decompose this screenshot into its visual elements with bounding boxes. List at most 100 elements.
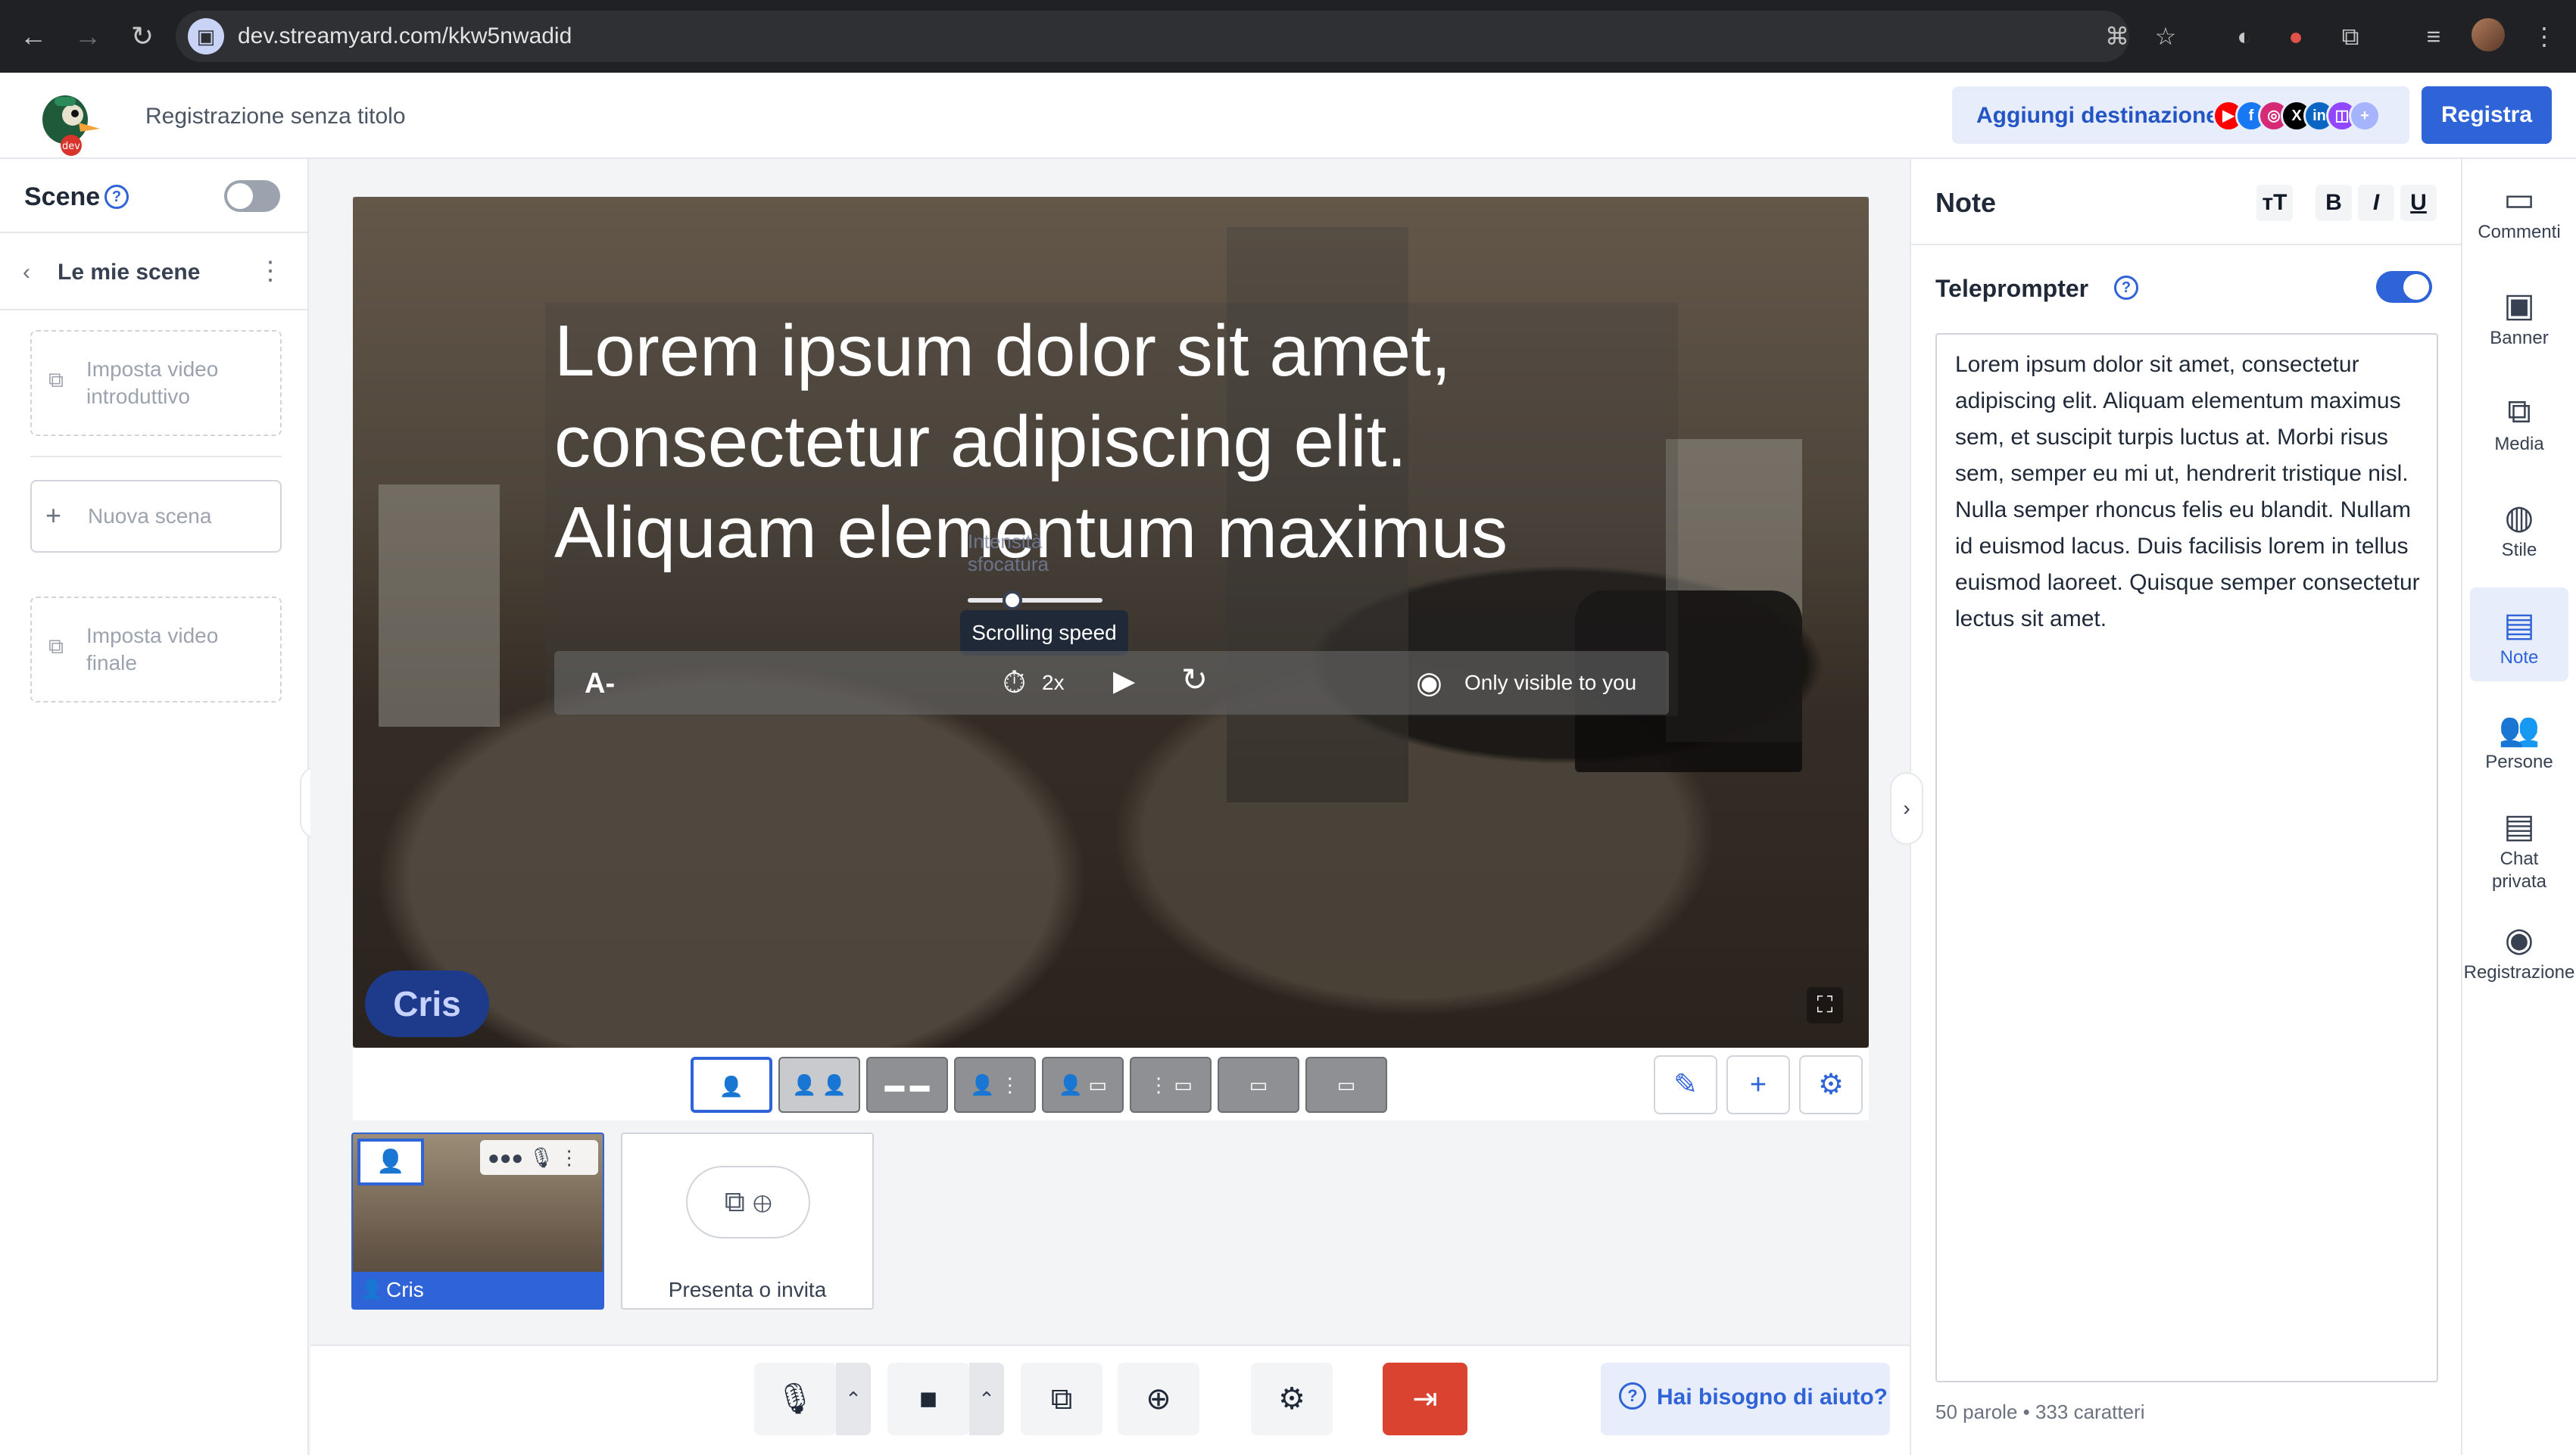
edit-pencil-icon[interactable]: ✎ [1654, 1055, 1717, 1114]
teleprompter-toggle[interactable] [2376, 271, 2432, 303]
collapse-right-panel-button[interactable]: › [1890, 772, 1923, 845]
notes-text[interactable]: Lorem ipsum dolor sit amet, consectetur … [1955, 347, 2425, 637]
italic-button[interactable]: I [2358, 185, 2394, 221]
scrolling-speed-tooltip: Scrolling speed [960, 610, 1128, 656]
microphone-icon[interactable]: 🎙 [754, 1363, 836, 1435]
layout-list-button[interactable]: ⋮ ▭ [1130, 1057, 1212, 1113]
on-stage-badge[interactable]: 👤 [357, 1139, 424, 1185]
logo-dev-badge: dev [62, 141, 80, 152]
nav-label: Media [2494, 434, 2544, 454]
media-control-icon[interactable]: ≡ [2415, 18, 2452, 55]
nav-recording[interactable]: ◉ Registrazione [2462, 919, 2576, 984]
nav-label: Note [2500, 647, 2539, 668]
scenes-toggle[interactable] [224, 180, 280, 212]
add-destination-icon[interactable]: + [2349, 100, 2381, 132]
media-library-icon: ⧉ [2507, 393, 2531, 430]
private-chat-icon: ▤ [2503, 808, 2535, 845]
divider [1911, 244, 2461, 245]
nav-label: Banner [2490, 328, 2549, 348]
chevron-left-icon[interactable]: ‹ [23, 257, 30, 288]
person-icon: 👤 [360, 1279, 383, 1300]
scenes-help-icon[interactable]: ? [104, 185, 129, 209]
add-destination-label[interactable]: Aggiungi destinazione [1976, 101, 2219, 130]
fullscreen-icon[interactable]: ⛶ [1807, 987, 1843, 1023]
bookmark-star-icon[interactable]: ☆ [2147, 18, 2184, 55]
nav-label: Commenti [2478, 222, 2561, 242]
reload-icon[interactable]: ↻ [124, 18, 161, 55]
participant-name-tag: Cris [365, 971, 489, 1037]
timer-icon[interactable]: ⏱ [1003, 663, 1026, 703]
layout-side-by-side-button[interactable]: 👤 ▭ [1042, 1057, 1124, 1113]
divider [0, 309, 309, 310]
back-icon[interactable]: ← [15, 18, 51, 55]
my-scenes-label[interactable]: Le mie scene [58, 257, 200, 288]
slider-thumb[interactable] [1003, 590, 1022, 610]
camera-options-caret[interactable]: ⌃ [969, 1363, 1004, 1435]
new-scene-label[interactable]: Nuova scena [88, 503, 211, 530]
outro-video-label[interactable]: Imposta video finale [86, 622, 260, 677]
extensions-puzzle-icon[interactable]: ⧉ [2332, 18, 2369, 55]
help-label[interactable]: Hai bisogno di aiuto? [1657, 1382, 1888, 1413]
play-icon[interactable]: ▶ [1113, 662, 1135, 701]
notes-title: Note [1935, 187, 1996, 218]
divider [30, 456, 282, 457]
palette-icon: ◍ [2504, 499, 2534, 536]
video-library-icon: ⧉ [48, 634, 64, 658]
bold-button[interactable]: B [2316, 185, 2352, 221]
extension-a-icon[interactable]: ◐ [2226, 18, 2263, 55]
mic-options-caret[interactable]: ⌃ [836, 1363, 871, 1435]
text-size-button[interactable]: тT [2256, 185, 2293, 221]
help-icon[interactable]: ? [1619, 1382, 1646, 1410]
translate-icon[interactable]: ⌘ [2099, 18, 2135, 55]
nav-label: Chat privata [2491, 849, 2547, 892]
teleprompter-help-icon[interactable]: ? [2114, 276, 2138, 300]
layout-thumbnail-button[interactable]: ▭ [1218, 1057, 1299, 1113]
site-info-icon[interactable]: ▣ [188, 18, 224, 55]
nav-private-chat[interactable]: ▤ Chat privata [2470, 805, 2568, 893]
font-decrease-button[interactable]: A- [585, 665, 615, 703]
video-library-icon: ⧉ [48, 368, 64, 391]
settings-gear-icon[interactable]: ⚙ [1799, 1055, 1863, 1114]
profile-avatar[interactable] [2472, 18, 2505, 51]
camera-icon[interactable]: ■ [887, 1363, 969, 1435]
leave-studio-icon[interactable]: ⇥ [1383, 1363, 1467, 1435]
more-options-icon[interactable]: ⋮ [257, 254, 283, 288]
eye-icon: ◉ [1416, 666, 1442, 699]
record-button[interactable]: Registra [2422, 86, 2552, 144]
invite-guest-icon[interactable]: ⊕ [1118, 1363, 1199, 1435]
nav-comments[interactable]: ▭ Commenti [2470, 179, 2568, 244]
layout-solo-button[interactable]: 👤 [691, 1057, 772, 1113]
plus-icon: + [45, 500, 62, 531]
underline-button[interactable]: U [2400, 185, 2437, 221]
recording-icon: ◉ [2504, 921, 2534, 958]
nav-people[interactable]: 👥 Persone [2470, 709, 2568, 774]
nav-style[interactable]: ◍ Stile [2470, 497, 2568, 562]
speed-value[interactable]: 2x [1042, 669, 1065, 696]
intro-video-label[interactable]: Imposta video introduttivo [86, 356, 260, 410]
people-icon: 👥 [2498, 711, 2540, 748]
nav-banner[interactable]: ▣ Banner [2470, 285, 2568, 350]
settings-icon[interactable]: ⚙ [1251, 1363, 1333, 1435]
nav-media[interactable]: ⧉ Media [2470, 391, 2568, 456]
layout-group-button[interactable]: 👤 ⋮ [954, 1057, 1036, 1113]
banner-icon: ▣ [2503, 287, 2535, 324]
streamyard-logo[interactable]: dev [33, 89, 101, 157]
present-or-invite-label[interactable]: Presenta o invita [621, 1276, 874, 1304]
layout-blank-button[interactable]: ▭ [1305, 1057, 1387, 1113]
recording-title[interactable]: Registrazione senza titolo [145, 101, 406, 132]
forward-icon[interactable]: → [70, 18, 106, 55]
comments-icon: ▭ [2503, 181, 2535, 218]
add-icon[interactable]: + [1726, 1055, 1790, 1114]
present-invite-icon[interactable]: ⧉ ⊕ [686, 1166, 810, 1238]
nav-notes[interactable]: ▤ Note [2470, 587, 2568, 681]
restart-icon[interactable]: ↻ [1181, 660, 1208, 699]
guest-tools[interactable]: ●●● 🎙 ⋮ [480, 1140, 598, 1175]
scrolling-speed-slider[interactable] [968, 598, 1102, 603]
layout-two-up-button[interactable]: 👤 👤 [778, 1057, 860, 1113]
url-text[interactable]: dev.streamyard.com/kkw5nwadid [238, 20, 572, 53]
share-screen-icon[interactable]: ⧉ [1021, 1363, 1102, 1435]
layout-two-small-button[interactable]: ▬ ▬ [866, 1057, 948, 1113]
browser-menu-icon[interactable]: ⋮ [2526, 18, 2562, 55]
extension-b-icon[interactable]: ● [2278, 18, 2314, 55]
divider [0, 232, 309, 233]
